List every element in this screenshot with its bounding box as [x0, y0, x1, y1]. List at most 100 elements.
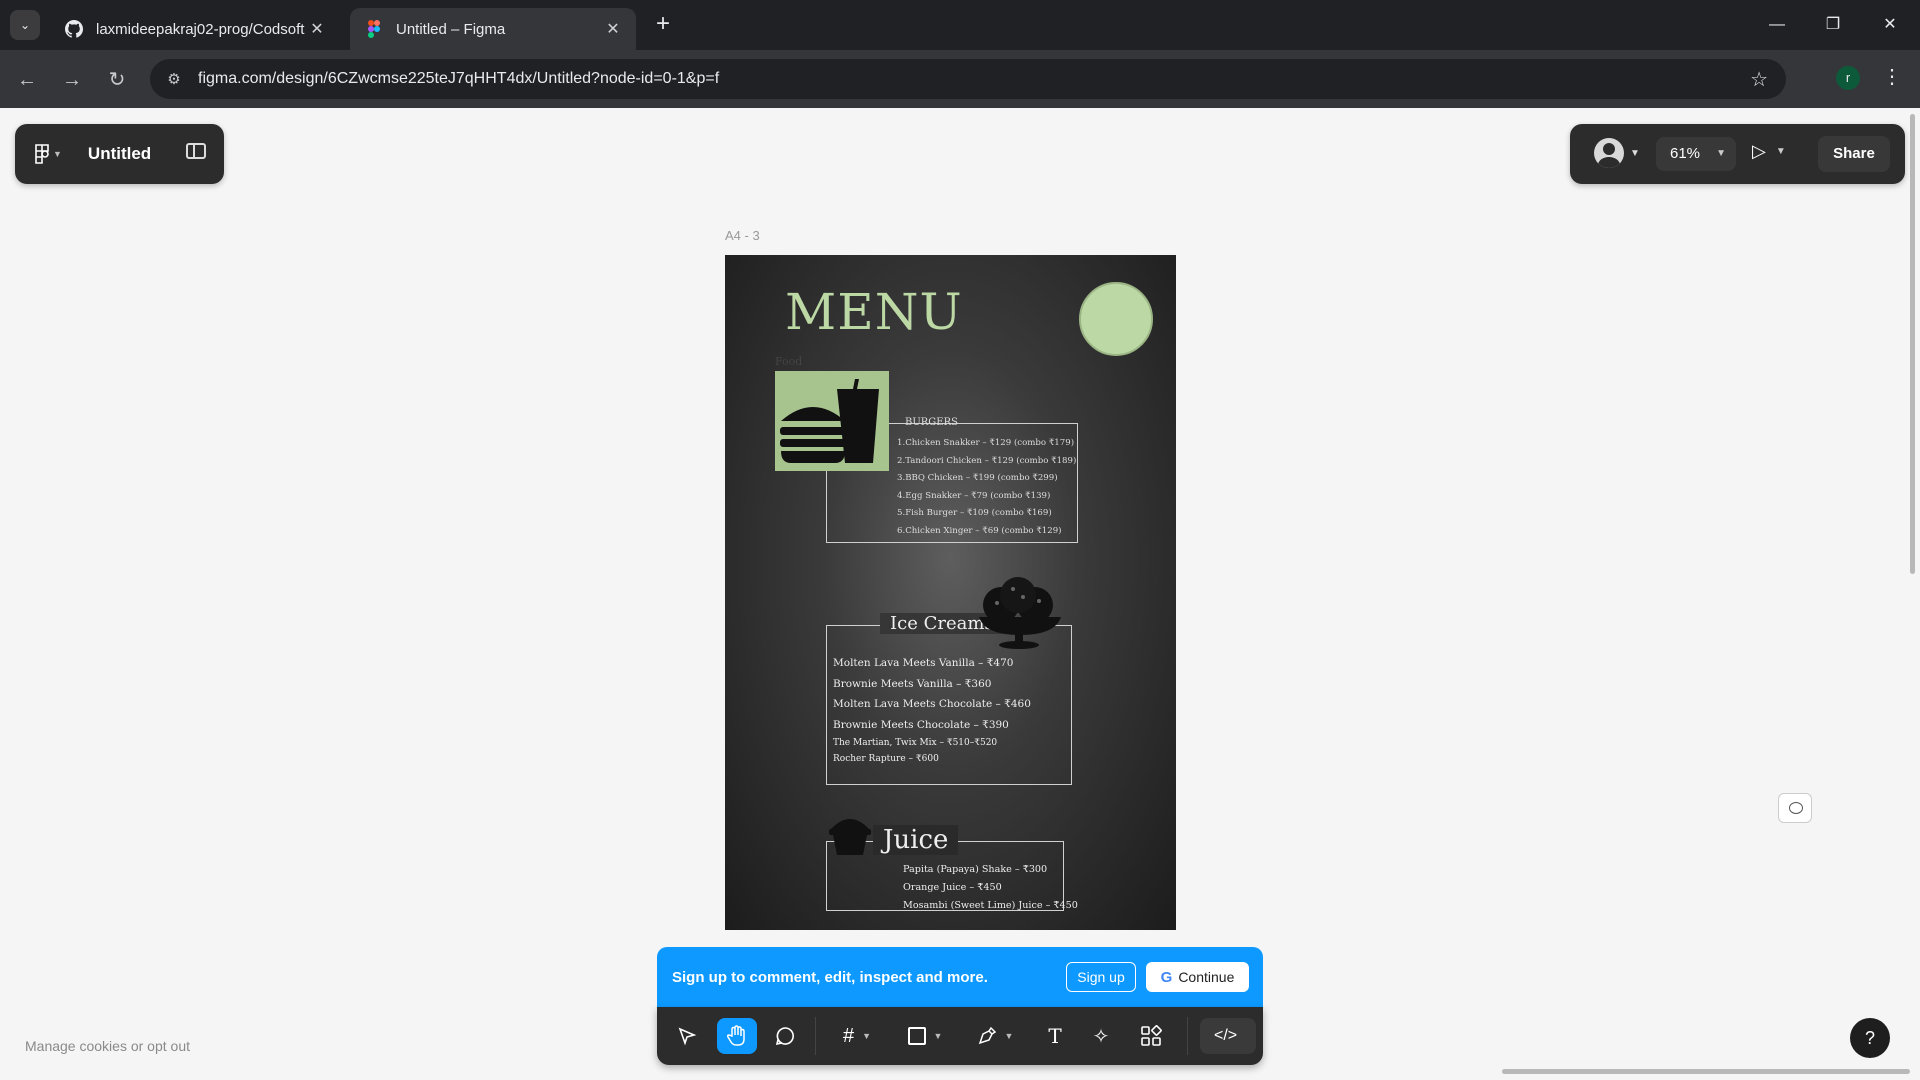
back-icon[interactable]: ←: [12, 65, 42, 95]
move-tool[interactable]: [669, 1018, 705, 1054]
frame-tool[interactable]: # ▼: [829, 1018, 885, 1054]
share-button[interactable]: Share: [1818, 136, 1890, 172]
browser-toolbar: ← → ↻ ⚙ figma.com/design/6CZwcmse225teJ7…: [0, 50, 1920, 108]
code-icon: </>: [1214, 1027, 1238, 1044]
frame-icon: #: [842, 1024, 855, 1047]
comment-icon: [775, 1027, 794, 1046]
close-tab-icon[interactable]: ✕: [308, 19, 326, 39]
tab-title: Untitled – Figma: [396, 20, 506, 38]
frame-label[interactable]: A4 - 3: [725, 228, 760, 243]
file-menu-panel: ▼ Untitled: [15, 124, 224, 184]
chevron-down-icon: ▼: [1004, 1031, 1014, 1041]
juice-heading: Juice: [873, 825, 959, 855]
play-icon: ▷: [1752, 141, 1766, 161]
menu-frame[interactable]: MENU Food BURGERS 1.Chicken Snakker – ₹1…: [725, 255, 1176, 930]
burgers-list: 1.Chicken Snakker – ₹129 (combo ₹179) 2.…: [897, 435, 1076, 541]
zoom-control[interactable]: 61% ▼: [1656, 137, 1736, 171]
browser-menu-icon[interactable]: ⋮: [1882, 64, 1902, 89]
ice-creams-list: Molten Lava Meets Vanilla – ₹470 Brownie…: [833, 653, 1031, 767]
list-item: Molten Lava Meets Vanilla – ₹470: [833, 657, 1014, 669]
list-item: Papita (Papaya) Shake – ₹300: [903, 864, 1048, 875]
signup-message: Sign up to comment, edit, inspect and mo…: [672, 969, 988, 986]
main-menu-button[interactable]: ▼: [35, 144, 62, 164]
hand-tool[interactable]: [717, 1018, 757, 1054]
list-item: Mosambi (Sweet Lime) Juice – ₹450: [903, 900, 1078, 911]
site-info-icon[interactable]: ⚙: [154, 70, 194, 88]
figma-toolbar: # ▼ ▼ ▼ T ✧ </>: [657, 1007, 1263, 1065]
menu-title: MENU: [785, 283, 963, 341]
new-tab-button[interactable]: +: [650, 12, 676, 38]
address-bar[interactable]: ⚙ figma.com/design/6CZwcmse225teJ7qHHT4d…: [150, 59, 1786, 99]
continue-label: Continue: [1178, 969, 1235, 985]
help-button[interactable]: ?: [1850, 1018, 1890, 1058]
close-tab-icon[interactable]: ✕: [604, 19, 622, 39]
profile-avatar[interactable]: r: [1836, 66, 1860, 90]
restore-icon[interactable]: ❐: [1813, 10, 1853, 40]
list-item: 5.Fish Burger – ₹109 (combo ₹169): [897, 508, 1052, 519]
continue-google-button[interactable]: G Continue: [1146, 962, 1249, 992]
toolbar-divider: [1187, 1017, 1188, 1055]
burger-drink-icon: [775, 371, 889, 471]
food-label: Food: [775, 355, 803, 368]
list-item: 6.Chicken Xinger – ₹69 (combo ₹129): [897, 525, 1062, 536]
pen-icon: [978, 1026, 996, 1045]
figma-canvas[interactable]: ▼ Untitled ▼ 61% ▼ ▷ ▼ Share A4 - 3 MENU…: [0, 108, 1920, 1080]
rectangle-icon: [907, 1027, 926, 1045]
bookmark-star-icon[interactable]: ☆: [1750, 67, 1768, 92]
browser-tab-bar: ⌄ laxmideepakraj02-prog/Codsoft ✕ Untitl…: [0, 0, 1920, 50]
present-button[interactable]: ▷ ▼: [1752, 141, 1786, 162]
browser-tab-github[interactable]: laxmideepakraj02-prog/Codsoft ✕: [50, 8, 340, 50]
forward-icon[interactable]: →: [57, 65, 87, 95]
logo-circle: [1079, 282, 1153, 356]
toggle-sidebar-icon[interactable]: [186, 143, 206, 159]
comment-tool[interactable]: [767, 1018, 803, 1054]
cursor-icon: [678, 1027, 697, 1046]
chevron-down-icon: ▼: [862, 1031, 872, 1041]
assets-tool[interactable]: [1133, 1018, 1169, 1054]
chevron-down-icon: ▼: [1716, 148, 1726, 159]
pen-tool[interactable]: ▼: [967, 1018, 1023, 1054]
shape-tool[interactable]: ▼: [897, 1018, 953, 1054]
signup-banner: Sign up to comment, edit, inspect and mo…: [657, 947, 1263, 1007]
components-icon: [1141, 1025, 1162, 1046]
list-item: Rocher Rapture – ₹600: [833, 754, 939, 764]
zoom-value: 61%: [1670, 145, 1701, 162]
list-item: 1.Chicken Snakker – ₹129 (combo ₹179): [897, 438, 1075, 448]
burgers-heading: BURGERS: [905, 417, 958, 428]
chevron-down-icon: ▼: [1630, 147, 1640, 159]
url-text[interactable]: figma.com/design/6CZwcmse225teJ7qHHT4dx/…: [198, 70, 719, 88]
cupcake-icon: [827, 813, 873, 861]
comment-pin-icon[interactable]: [1778, 793, 1812, 823]
user-avatar-icon: [1594, 138, 1624, 168]
close-window-icon[interactable]: ✕: [1870, 10, 1910, 40]
list-item: Brownie Meets Vanilla – ₹360: [833, 677, 992, 690]
view-controls-panel: ▼ 61% ▼ ▷ ▼ Share: [1570, 124, 1905, 184]
browser-tab-figma[interactable]: Untitled – Figma ✕: [350, 8, 636, 50]
ice-cream-bowl-icon: [973, 575, 1067, 655]
vertical-scrollbar[interactable]: [1910, 114, 1915, 574]
tab-search-dropdown[interactable]: ⌄: [10, 10, 40, 40]
text-tool[interactable]: T: [1037, 1018, 1073, 1054]
google-icon: G: [1160, 968, 1173, 986]
list-item: The Martian, Twix Mix – ₹510–₹520: [833, 738, 998, 748]
list-item: 2.Tandoori Chicken – ₹129 (combo ₹189): [897, 455, 1077, 466]
cookies-link[interactable]: Manage cookies or opt out: [25, 1038, 190, 1054]
sparkle-icon: ✧: [1092, 1025, 1110, 1048]
juice-list: Papita (Papaya) Shake – ₹300 Orange Juic…: [903, 861, 1078, 915]
figma-logo-icon: [35, 144, 49, 164]
chevron-down-icon: ▼: [1775, 146, 1786, 157]
list-item: Brownie Meets Chocolate – ₹390: [833, 718, 1009, 731]
reload-icon[interactable]: ↻: [102, 65, 132, 95]
toolbar-divider: [815, 1017, 816, 1055]
user-menu[interactable]: ▼: [1594, 138, 1640, 168]
hand-icon: [727, 1025, 745, 1046]
minimize-icon[interactable]: —: [1757, 10, 1797, 40]
signup-button[interactable]: Sign up: [1066, 962, 1136, 992]
dev-mode-toggle[interactable]: </>: [1200, 1018, 1256, 1054]
figma-icon: [364, 19, 384, 39]
horizontal-scrollbar[interactable]: [1502, 1069, 1910, 1074]
file-name[interactable]: Untitled: [88, 144, 151, 164]
list-item: Molten Lava Meets Chocolate – ₹460: [833, 698, 1031, 710]
actions-tool[interactable]: ✧: [1083, 1018, 1119, 1054]
list-item: Orange Juice – ₹450: [903, 882, 1002, 893]
